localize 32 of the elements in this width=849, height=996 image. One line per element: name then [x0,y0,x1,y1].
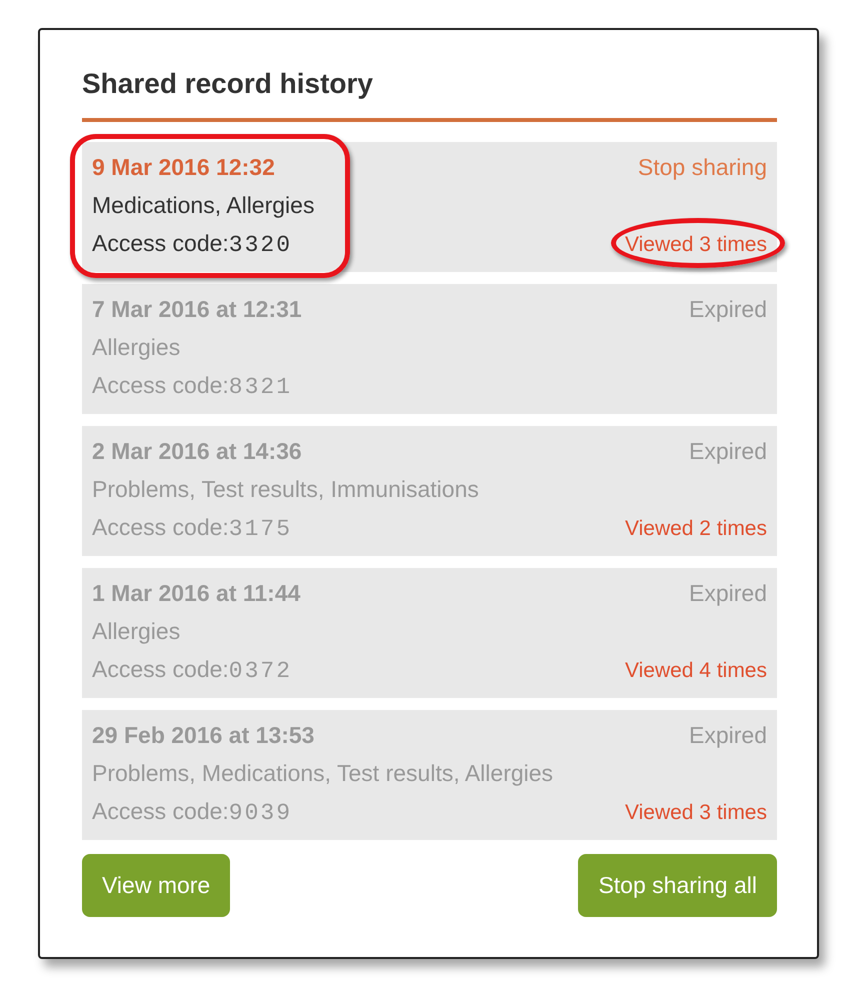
record-items: Problems, Medications, Test results, Allergies [92,759,554,788]
access-code-label: Access code: [92,230,229,256]
stop-sharing-all-button[interactable]: Stop sharing all [578,854,777,917]
record-items: Allergies [92,617,182,646]
access-code: 8321 [228,374,292,400]
record-date: 29 Feb 2016 at 13:53 [92,721,316,750]
access-code: 9039 [228,800,292,826]
access-code-label: Access code: [92,372,229,398]
record-date: 9 Mar 2016 12:32 [92,153,276,182]
access-code-label: Access code: [92,798,229,824]
record-date: 7 Mar 2016 at 12:31 [92,295,302,324]
panel-title: Shared record history [82,67,374,101]
view-more-button[interactable]: View more [82,854,230,917]
view-count: Viewed 4 times [624,659,767,682]
status-label: Expired [689,579,767,608]
access-code-label: Access code: [92,514,229,540]
record-date: 1 Mar 2016 at 11:44 [92,579,300,608]
access-code-label: Access code: [92,656,229,682]
view-count: Viewed 2 times [624,517,767,540]
record-items: Problems, Test results, Immunisations [92,475,479,504]
status-label: Expired [689,721,767,750]
record-items: Medications, Allergies [92,191,314,220]
status-label: Expired [689,295,767,324]
view-count: Viewed 3 times [624,801,767,824]
view-count: Viewed 3 times [624,233,767,256]
access-code: 0372 [228,658,292,684]
access-code: 3175 [228,516,292,542]
access-code: 3320 [228,232,292,258]
status-label: Expired [689,437,767,466]
stop-sharing-link[interactable]: Stop sharing [638,148,767,186]
record-date: 2 Mar 2016 at 14:36 [92,437,303,466]
record-items: Allergies [92,333,182,362]
